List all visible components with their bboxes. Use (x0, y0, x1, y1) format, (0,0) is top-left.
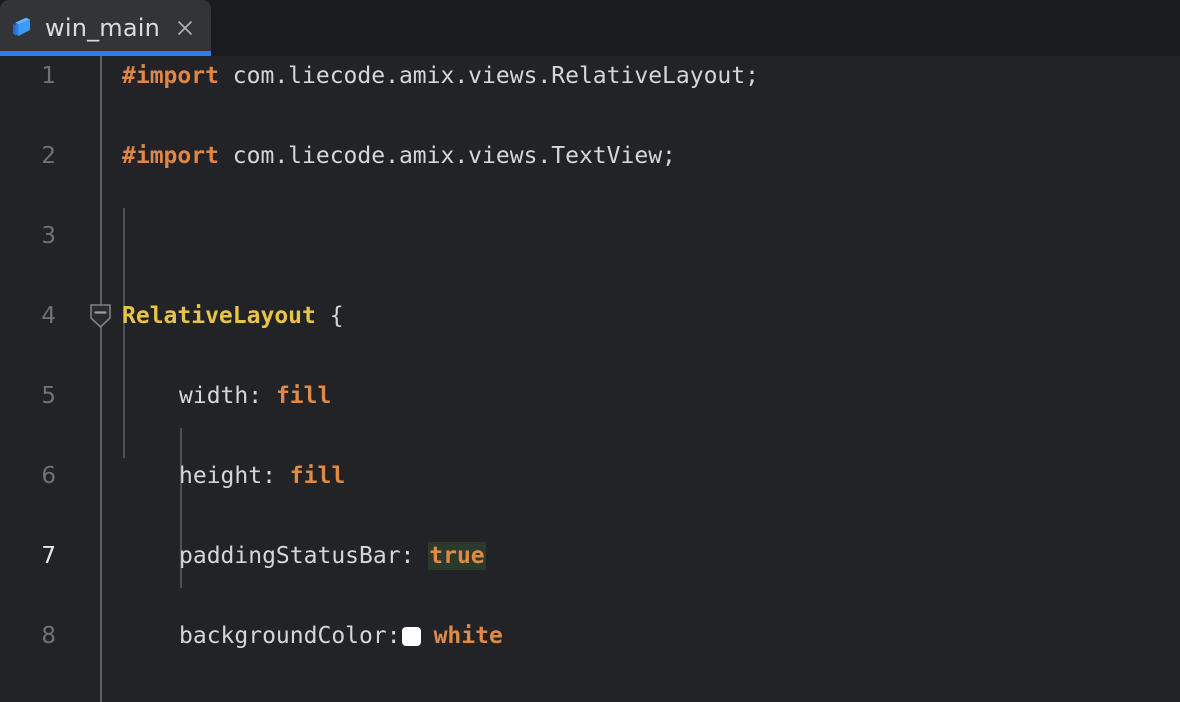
token-import-keyword: #import (122, 63, 219, 89)
token-value-fill: fill (289, 463, 346, 489)
line-number: 1 (41, 63, 56, 89)
token-import-keyword: #import (122, 143, 219, 169)
line-content: height: fill (179, 456, 345, 496)
cube-icon (13, 17, 30, 36)
code-line[interactable]: 6 height: fill (0, 456, 1180, 496)
close-icon[interactable] (175, 18, 195, 38)
line-number: 7 (41, 543, 56, 569)
token-attr-height: height: (179, 463, 290, 489)
line-number: 4 (41, 303, 56, 329)
token-value-true: true (428, 542, 486, 570)
token-import-path: com.liecode.amix.views.RelativeLayout; (218, 63, 759, 89)
line-number: 5 (41, 383, 56, 409)
line-number: 8 (41, 623, 56, 649)
token-attr-padding-status-bar: paddingStatusBar: (179, 543, 429, 569)
token-import-path: com.liecode.amix.views.TextView; (218, 143, 676, 169)
code-line[interactable]: 3 (0, 216, 1180, 256)
token-type-relativelayout: RelativeLayout (122, 303, 316, 329)
code-line[interactable]: 1 #import com.liecode.amix.views.Relativ… (0, 56, 1180, 96)
code-line[interactable]: 5 width: fill (0, 376, 1180, 416)
line-content: #import com.liecode.amix.views.RelativeL… (122, 56, 759, 96)
code-line[interactable]: 9 TextView { (0, 696, 1180, 702)
code-editor-area[interactable]: 1 #import com.liecode.amix.views.Relativ… (0, 56, 1180, 702)
editor-tab-bar: win_main (0, 0, 1180, 56)
token-value-fill: fill (275, 383, 332, 409)
token-value-white: white (433, 623, 503, 649)
token-brace-open: { (315, 303, 344, 329)
code-line[interactable]: 8 backgroundColor: white (0, 616, 1180, 656)
code-line-active[interactable]: 7 paddingStatusBar: true (0, 536, 1180, 576)
token-attr-width: width: (179, 383, 276, 409)
code-lines: 1 #import com.liecode.amix.views.Relativ… (0, 56, 1180, 656)
fold-collapse-down-icon[interactable] (88, 303, 113, 329)
line-content: width: fill (179, 376, 331, 416)
tab-label: win_main (45, 14, 161, 42)
code-line[interactable]: 4 RelativeLayout { (0, 296, 1180, 336)
line-number: 6 (41, 463, 56, 489)
line-number: 9 (0, 696, 56, 702)
line-content: paddingStatusBar: true (179, 536, 486, 576)
line-number: 3 (41, 223, 56, 249)
tab-win-main[interactable]: win_main (0, 0, 212, 56)
line-content: RelativeLayout { (122, 296, 344, 336)
code-editor-window: win_main 1 #import com.liecode.amix.view… (0, 0, 1180, 702)
code-line[interactable]: 2 #import com.liecode.amix.views.TextVie… (0, 136, 1180, 176)
line-number: 2 (41, 143, 56, 169)
color-swatch-white[interactable] (401, 627, 421, 646)
line-content: TextView { (179, 696, 317, 702)
line-content: #import com.liecode.amix.views.TextView; (122, 136, 676, 176)
line-content: backgroundColor: white (179, 616, 503, 656)
token-attr-background-color: backgroundColor: (179, 623, 401, 649)
